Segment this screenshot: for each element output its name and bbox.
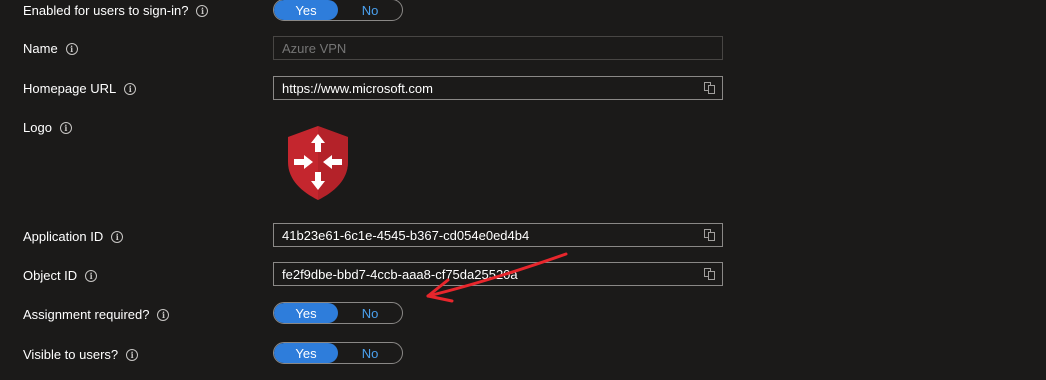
enabled-label-row: Enabled for users to sign-in? i [23, 3, 209, 18]
assignment-toggle[interactable]: Yes No [273, 302, 403, 324]
homepage-url-field[interactable]: https://www.microsoft.com [273, 76, 723, 100]
logo-label: Logo [23, 120, 52, 135]
info-icon[interactable]: i [157, 308, 170, 321]
info-icon[interactable]: i [126, 348, 139, 361]
info-icon[interactable]: i [196, 4, 209, 17]
homepage-label: Homepage URL [23, 81, 117, 96]
object-id-label: Object ID [23, 268, 78, 283]
visible-label-row: Visible to users? i [23, 347, 139, 362]
name-label: Name [23, 41, 58, 56]
assignment-yes-option[interactable]: Yes [274, 303, 338, 323]
application-id-field[interactable]: 41b23e61-6c1e-4545-b367-cd054e0ed4b4 [273, 223, 723, 247]
copy-icon[interactable] [704, 82, 716, 94]
assignment-no-option[interactable]: No [338, 303, 402, 323]
application-id-label: Application ID [23, 229, 104, 244]
assignment-label-row: Assignment required? i [23, 307, 170, 322]
info-icon[interactable]: i [124, 82, 137, 95]
assignment-label: Assignment required? [23, 307, 150, 322]
enabled-toggle[interactable]: Yes No [273, 0, 403, 21]
homepage-label-row: Homepage URL i [23, 81, 137, 96]
application-id-label-row: Application ID i [23, 229, 124, 244]
info-icon[interactable]: i [85, 269, 98, 282]
homepage-url-value: https://www.microsoft.com [282, 80, 433, 96]
annotation-arrow [426, 252, 568, 303]
copy-icon[interactable] [704, 268, 716, 280]
enabled-yes-option[interactable]: Yes [274, 0, 338, 20]
object-id-label-row: Object ID i [23, 268, 98, 283]
application-id-value: 41b23e61-6c1e-4545-b367-cd054e0ed4b4 [282, 227, 530, 243]
azure-vpn-shield-icon [288, 126, 348, 200]
info-icon[interactable]: i [59, 121, 72, 134]
visible-toggle[interactable]: Yes No [273, 342, 403, 364]
copy-icon[interactable] [704, 229, 716, 241]
info-icon[interactable]: i [111, 230, 124, 243]
name-field[interactable] [273, 36, 723, 60]
enabled-no-option[interactable]: No [338, 0, 402, 20]
visible-yes-option[interactable]: Yes [274, 343, 338, 363]
visible-no-option[interactable]: No [338, 343, 402, 363]
visible-label: Visible to users? [23, 347, 119, 362]
info-icon[interactable]: i [65, 42, 78, 55]
logo-label-row: Logo i [23, 120, 72, 135]
name-label-row: Name i [23, 41, 78, 56]
enabled-label: Enabled for users to sign-in? [23, 3, 189, 18]
